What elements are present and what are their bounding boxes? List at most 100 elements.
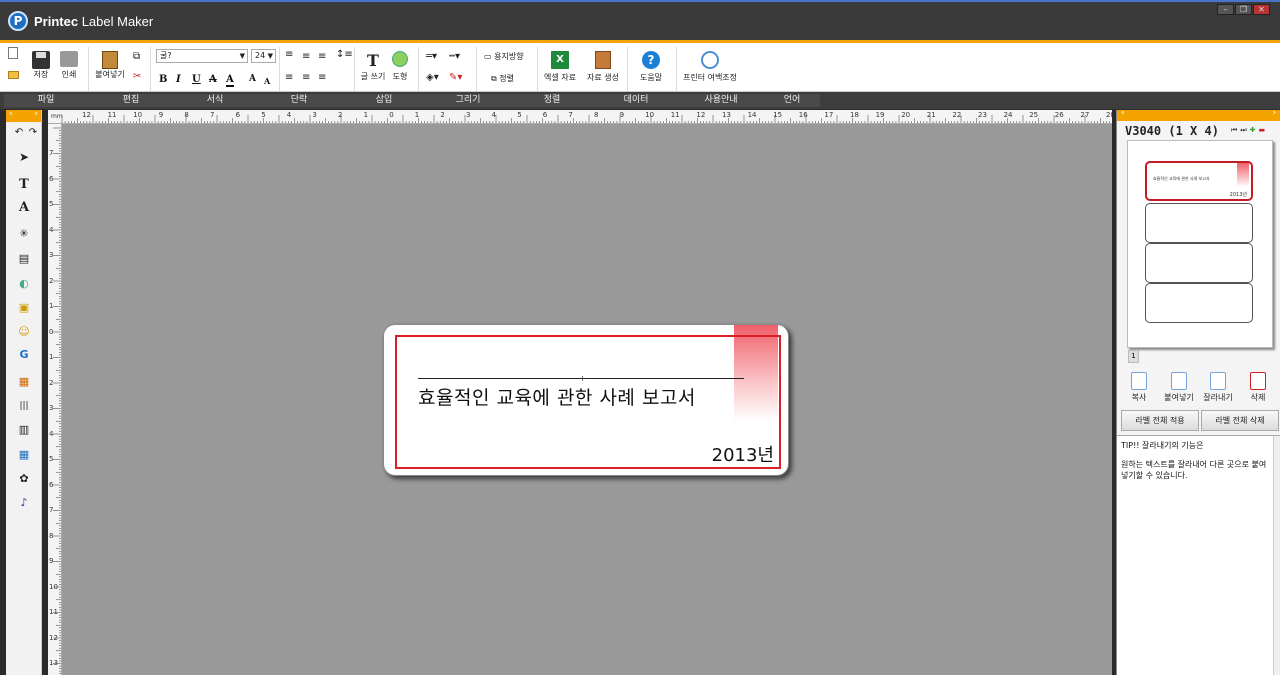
tab-arrange[interactable]: 정렬: [510, 92, 594, 109]
mini-label-year: 2013년: [1230, 191, 1247, 198]
label-headline[interactable]: 효율적인 교육에 관한 사례 보고서: [418, 383, 696, 410]
frame-image-icon[interactable]: ▦: [15, 373, 33, 391]
mini-label-4[interactable]: [1145, 283, 1253, 323]
align-top-icon[interactable]: ≡: [285, 49, 293, 60]
minimize-button[interactable]: –: [1217, 4, 1234, 15]
paste-label-button[interactable]: 붙여넣기: [1160, 372, 1198, 403]
pointer-icon[interactable]: ➤: [15, 148, 33, 166]
open-folder-icon[interactable]: [8, 71, 19, 79]
design-canvas[interactable]: + 효율적인 교육에 관한 사례 보고서 2013년: [62, 124, 1112, 675]
remove-page-icon[interactable]: ▬: [1259, 126, 1266, 135]
table-icon[interactable]: ▦: [15, 446, 33, 464]
new-file-icon[interactable]: [8, 47, 18, 59]
delete-label-button[interactable]: 삭제: [1239, 372, 1277, 403]
tip-scrollbar[interactable]: [1273, 436, 1280, 675]
zip-barcode-icon[interactable]: |||: [15, 397, 33, 415]
font-color-button[interactable]: A: [226, 74, 234, 87]
collapse-right-icon[interactable]: ›: [34, 109, 38, 119]
shape-button[interactable]: 도형: [389, 51, 411, 82]
copy-icon[interactable]: ⧉: [133, 51, 140, 62]
shrink-font-button[interactable]: A: [264, 76, 270, 86]
align-right-icon[interactable]: ≡: [318, 72, 326, 83]
image-icon[interactable]: ▣: [15, 299, 33, 317]
collapse-left-icon[interactable]: ‹: [9, 109, 13, 119]
fill-color-icon[interactable]: ◈▾: [426, 72, 439, 83]
close-button[interactable]: ✕: [1253, 4, 1270, 15]
make-data-button[interactable]: 자료 생성: [584, 51, 622, 83]
art-text-icon[interactable]: A: [15, 200, 33, 218]
printer-margin-button[interactable]: 프린터 여백조정: [681, 51, 739, 83]
font-size-select[interactable]: 24▼: [251, 49, 276, 63]
last-page-icon[interactable]: ⏭: [1240, 126, 1246, 135]
ruler-number: 7: [210, 111, 214, 119]
paste-button[interactable]: 붙여넣기: [94, 51, 126, 80]
apply-all-labels-button[interactable]: 라벨 전체 적용: [1121, 410, 1199, 431]
paper-direction-button[interactable]: ▭ 용지방향: [484, 51, 524, 62]
copy-page-icon: [1131, 372, 1147, 390]
barcode-icon[interactable]: ▥: [15, 421, 33, 439]
target-icon: [701, 51, 719, 69]
panel-right-arrow-icon[interactable]: ›: [1272, 108, 1276, 118]
mini-label-2[interactable]: [1145, 203, 1253, 243]
cut-label-button[interactable]: 잘라내기: [1199, 372, 1237, 403]
line-style-icon[interactable]: ═▾: [426, 51, 437, 62]
excel-data-button[interactable]: X 엑셀 자료: [541, 51, 579, 83]
delete-all-labels-button[interactable]: 라벨 전체 삭제: [1201, 410, 1279, 431]
align-middle-icon[interactable]: ≡: [302, 51, 310, 62]
clipboard-icon: [102, 51, 118, 69]
page-number-tab[interactable]: 1: [1128, 350, 1139, 363]
tab-insert[interactable]: 삽입: [342, 92, 426, 109]
cut-icon[interactable]: ✂: [133, 71, 141, 82]
clipart-icon[interactable]: ☺: [15, 323, 33, 341]
mini-label-3[interactable]: [1145, 243, 1253, 283]
tab-language[interactable]: 언어: [750, 92, 834, 109]
write-text-button[interactable]: T 글 쓰기: [359, 51, 387, 82]
palette-icon[interactable]: ✿: [15, 470, 33, 488]
tab-format[interactable]: 서식: [173, 92, 257, 109]
line-spacing-icon[interactable]: ↕≡: [336, 49, 353, 60]
copy-label-button[interactable]: 복사: [1120, 372, 1158, 403]
label-year[interactable]: 2013년: [712, 441, 774, 467]
music-icon[interactable]: ♪: [15, 494, 33, 512]
ruler-number: 7: [568, 111, 572, 119]
tab-data[interactable]: 데이터: [594, 92, 678, 109]
tab-edit[interactable]: 편집: [89, 92, 173, 109]
sparkle-icon[interactable]: ✳: [15, 225, 33, 243]
add-page-icon[interactable]: ✚: [1250, 126, 1256, 135]
strikethrough-button[interactable]: A: [209, 74, 217, 85]
align-button[interactable]: ⧉ 정렬: [491, 73, 514, 84]
tab-draw[interactable]: 그리기: [426, 92, 510, 109]
line-color-icon[interactable]: ✎▾: [449, 72, 462, 83]
restore-button[interactable]: ❐: [1235, 4, 1252, 15]
help-button[interactable]: ? 도움말: [636, 51, 666, 83]
first-page-icon[interactable]: ⏮: [1231, 126, 1237, 135]
align-bottom-icon[interactable]: ≡: [318, 51, 326, 62]
label-sheet[interactable]: + 효율적인 교육에 관한 사례 보고서 2013년: [383, 324, 789, 476]
bold-button[interactable]: B: [159, 74, 167, 85]
italic-button[interactable]: I: [176, 74, 181, 85]
dash-style-icon[interactable]: ┅▾: [449, 51, 460, 62]
mini-label-1[interactable]: 효율적인 교육에 관한 사례 보고서 2013년: [1145, 161, 1253, 201]
sheet-preview: 효율적인 교육에 관한 사례 보고서 2013년: [1127, 140, 1273, 348]
save-button[interactable]: 저장: [30, 51, 52, 80]
ruler-number: 17: [824, 111, 833, 119]
ruler-number: 5: [517, 111, 521, 119]
underline-button[interactable]: U: [192, 74, 201, 85]
tab-paragraph[interactable]: 단락: [257, 92, 341, 109]
serial-number-icon[interactable]: ▤: [15, 250, 33, 268]
shape-tool-icon[interactable]: ◐: [15, 275, 33, 293]
panel-left-arrow-icon[interactable]: ‹: [1121, 108, 1125, 118]
redo-icon[interactable]: ↷: [24, 124, 42, 142]
grow-font-button[interactable]: A: [249, 74, 256, 84]
ruler-number: 1: [415, 111, 419, 119]
ruler-number: 7: [49, 506, 53, 514]
text-box-icon[interactable]: T: [15, 177, 33, 195]
align-left-icon[interactable]: ≡: [285, 72, 293, 83]
tab-file[interactable]: 파일: [4, 92, 88, 109]
align-center-icon[interactable]: ≡: [302, 72, 310, 83]
google-icon[interactable]: G: [15, 348, 33, 366]
font-name-select[interactable]: 굴?▼: [156, 49, 248, 63]
ruler-number: 12: [49, 634, 58, 642]
print-button[interactable]: 인쇄: [58, 51, 80, 80]
ruler-unit-label: mm: [51, 113, 63, 120]
